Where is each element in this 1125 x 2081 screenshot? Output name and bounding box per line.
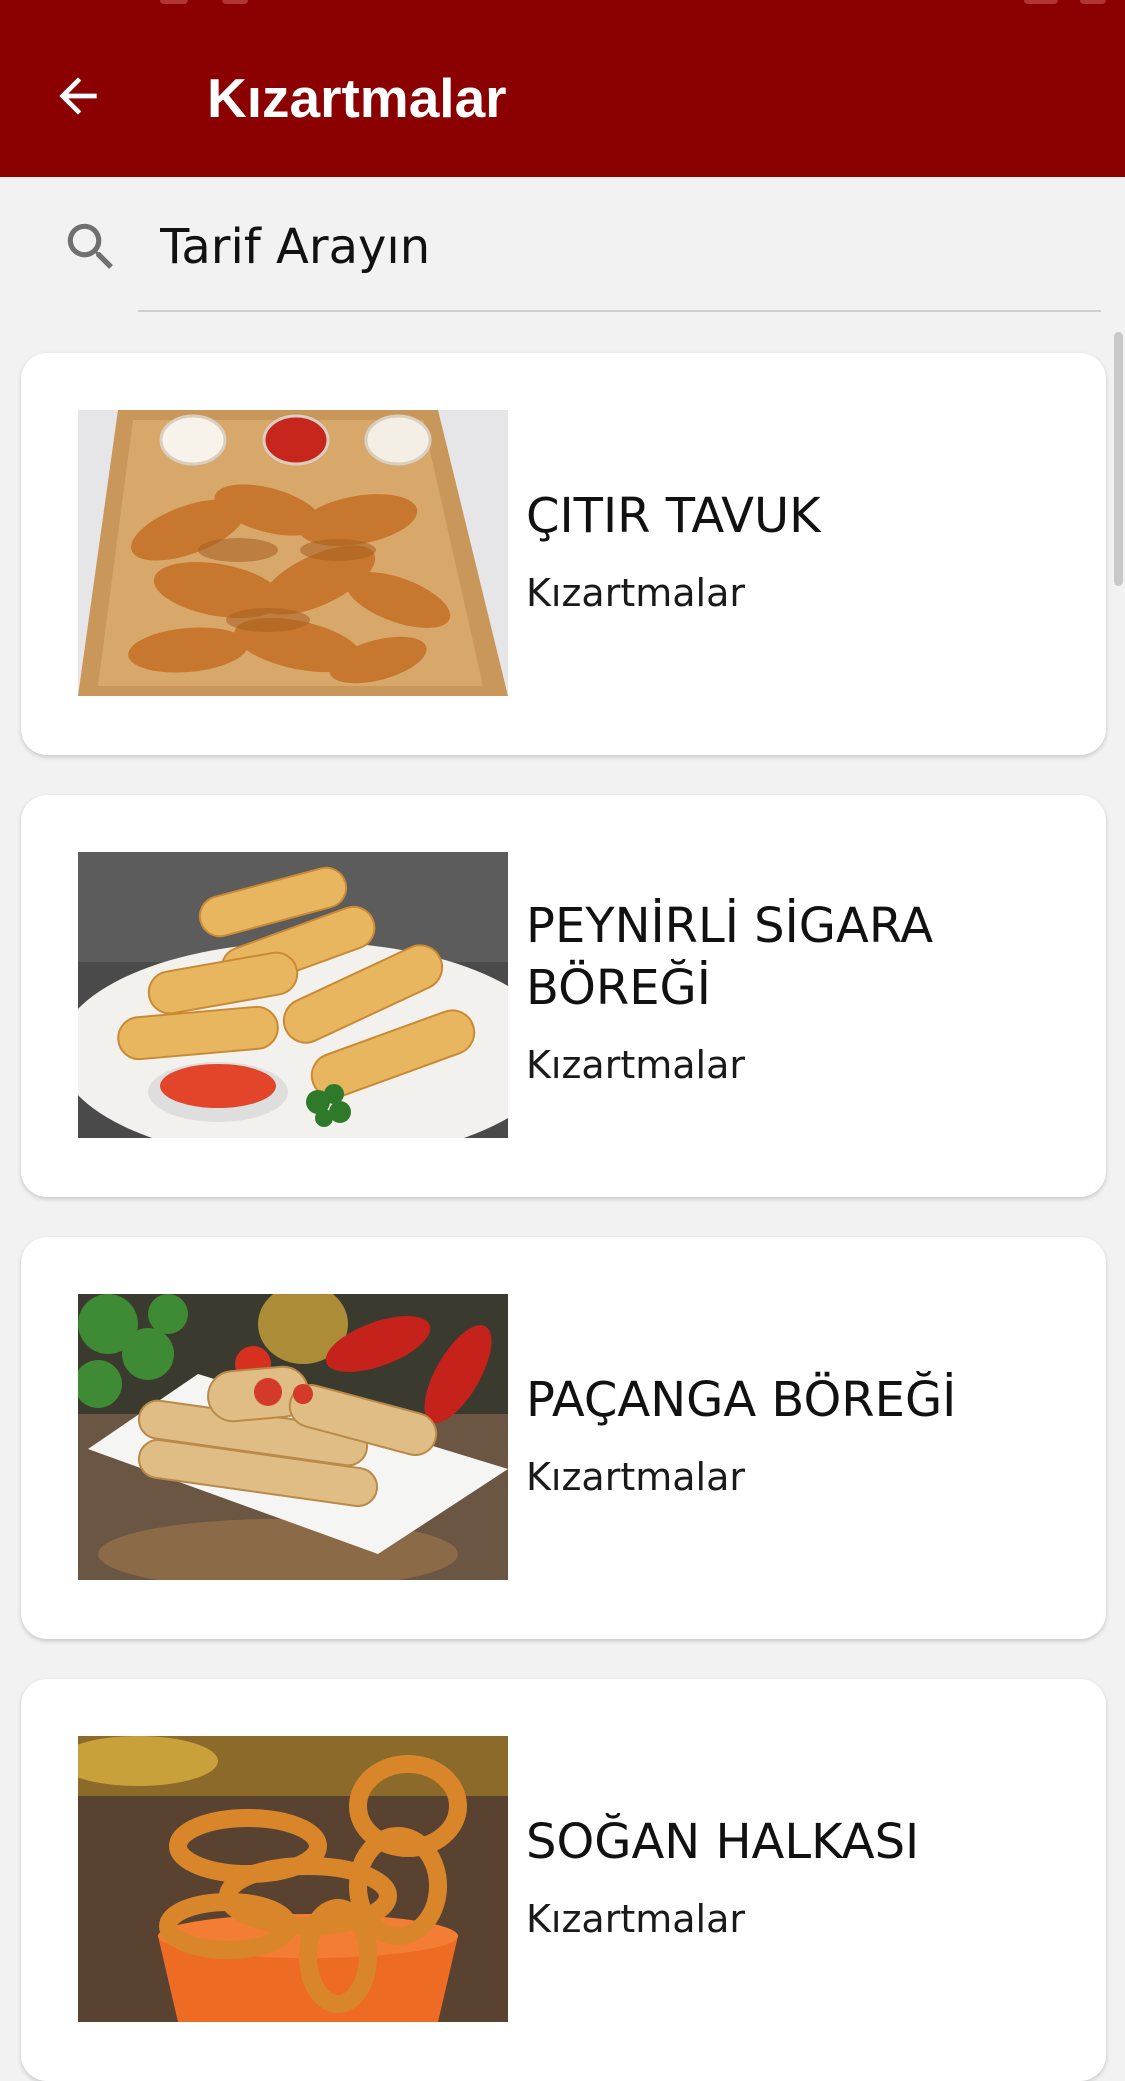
recipe-category: Kızartmalar: [526, 571, 746, 615]
status-bar-icon: [160, 0, 188, 4]
recipe-card[interactable]: PEYNİRLİ SİGARA BÖREĞİ Kızartmalar: [21, 795, 1106, 1197]
arrow-back-icon: [59, 77, 97, 115]
onion-rings-photo: [78, 1736, 508, 2022]
recipe-text: PEYNİRLİ SİGARA BÖREĞİ Kızartmalar: [526, 895, 1066, 1089]
cheese-cigar-borek-photo: [78, 852, 508, 1138]
search-underline: [138, 310, 1101, 312]
status-bar-icon: [222, 0, 248, 4]
search-icon: [67, 223, 113, 269]
app-bar: Kızartmalar: [0, 0, 1125, 177]
recipe-category: Kızartmalar: [526, 1043, 746, 1087]
recipe-card[interactable]: SOĞAN HALKASI Kızartmalar: [21, 1679, 1106, 2081]
recipe-text: SOĞAN HALKASI Kızartmalar: [526, 1811, 1066, 1943]
recipe-title: PAÇANGA BÖREĞİ: [526, 1372, 957, 1428]
recipe-text: PAÇANGA BÖREĞİ Kızartmalar: [526, 1369, 1066, 1501]
recipe-title: ÇITIR TAVUK: [526, 488, 821, 544]
recipe-card[interactable]: PAÇANGA BÖREĞİ Kızartmalar: [21, 1237, 1106, 1639]
recipe-card[interactable]: ÇITIR TAVUK Kızartmalar: [21, 353, 1106, 755]
recipe-title: PEYNİRLİ SİGARA BÖREĞİ: [526, 898, 934, 1016]
back-button[interactable]: [40, 58, 116, 134]
recipe-title: SOĞAN HALKASI: [526, 1814, 920, 1870]
page-title: Kızartmalar: [207, 67, 507, 129]
search-input[interactable]: [138, 206, 1125, 288]
status-bar-icon: [1024, 0, 1058, 4]
status-bar-icon: [1080, 0, 1106, 4]
pacanga-borek-photo: [78, 1294, 508, 1580]
scrollbar[interactable]: [1114, 332, 1123, 586]
recipe-category: Kızartmalar: [526, 1455, 746, 1499]
recipe-text: ÇITIR TAVUK Kızartmalar: [526, 485, 1066, 617]
crispy-chicken-photo: [78, 410, 508, 696]
recipe-category: Kızartmalar: [526, 1897, 746, 1941]
